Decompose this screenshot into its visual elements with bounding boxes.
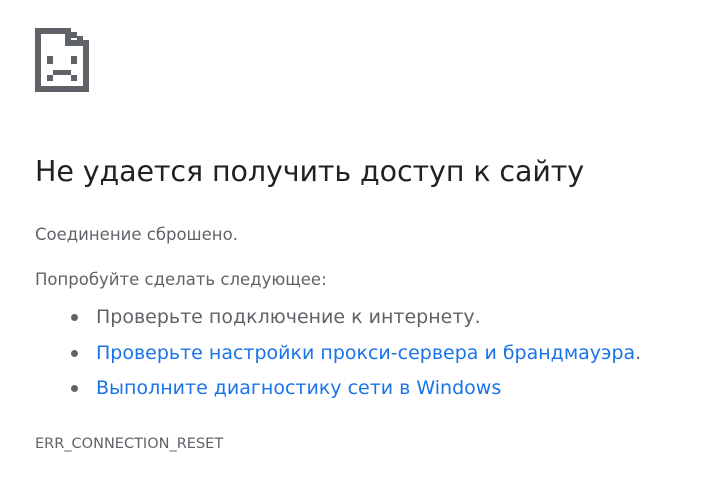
bullet-icon: [71, 314, 78, 321]
page-title: Не удается получить доступ к сайту: [35, 155, 585, 188]
error-summary: Соединение сброшено.: [35, 225, 238, 244]
suggestion-text: Проверьте подключение к интернету.: [96, 306, 481, 328]
suggestion-period: .: [635, 341, 642, 364]
error-page: Не удается получить доступ к сайту Соеди…: [0, 0, 706, 497]
bullet-icon: [71, 349, 78, 357]
network-diagnostics-link[interactable]: Выполните диагностику сети в Windows: [96, 374, 501, 402]
error-code: ERR_CONNECTION_RESET: [35, 436, 224, 452]
suggestions-heading: Попробуйте сделать следующее:: [35, 270, 327, 289]
sad-page-icon: [35, 28, 89, 92]
proxy-firewall-link[interactable]: Проверьте настройки прокси-сервера и бра…: [96, 342, 635, 364]
bullet-icon: [71, 385, 78, 392]
